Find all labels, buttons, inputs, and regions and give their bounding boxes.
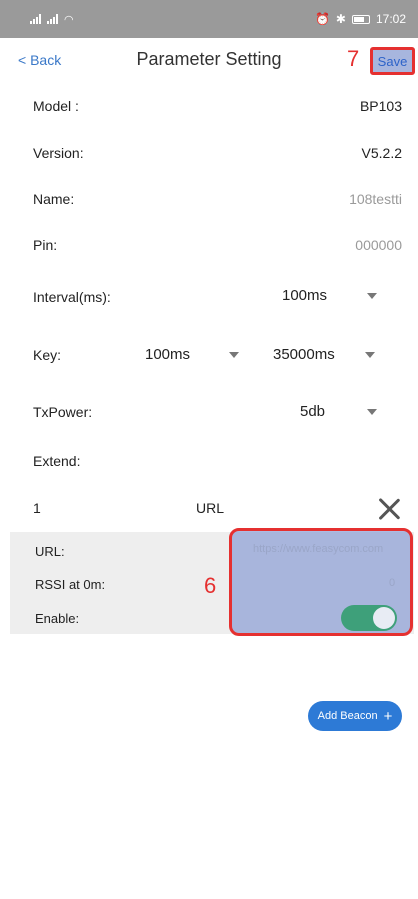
- alarm-icon: ⏰: [314, 12, 330, 26]
- beacon-index: 1: [33, 500, 41, 516]
- pin-row[interactable]: Pin: 000000: [0, 222, 418, 268]
- key-label: Key:: [33, 347, 62, 363]
- version-value: V5.2.2: [361, 145, 402, 161]
- extend-label: Extend:: [33, 453, 81, 469]
- chevron-down-icon: [229, 351, 240, 358]
- toggle-knob: [373, 607, 395, 629]
- annotation-marker-7: 7: [347, 46, 360, 71]
- version-row: Version: V5.2.2: [0, 130, 418, 176]
- signal-icon-2: [47, 14, 58, 24]
- version-label: Version:: [33, 145, 84, 161]
- model-value: BP103: [359, 98, 402, 114]
- status-bar: ◠ ⏰ ✱ 17:02: [0, 0, 418, 38]
- name-label: Name:: [33, 191, 75, 207]
- interval-dropdown[interactable]: 100ms: [282, 287, 382, 304]
- url-input[interactable]: https://www.feasycom.com: [253, 543, 383, 555]
- key-max-dropdown[interactable]: 35000ms: [273, 346, 383, 363]
- pin-input[interactable]: 000000: [355, 237, 402, 253]
- key-max-value: 35000ms: [273, 346, 335, 363]
- network-indicators: ◠: [30, 13, 75, 26]
- enable-toggle[interactable]: [341, 605, 397, 631]
- interval-label: Interval(ms):: [33, 289, 111, 305]
- bluetooth-icon: ✱: [335, 12, 346, 26]
- enable-label: Enable:: [35, 611, 80, 626]
- model-label: Model :: [33, 98, 79, 114]
- chevron-down-icon: [364, 351, 375, 358]
- txpower-label: TxPower:: [33, 404, 93, 420]
- battery-icon: [351, 14, 370, 24]
- plus-icon: +: [383, 707, 393, 725]
- status-time: 17:02: [375, 12, 406, 26]
- close-icon[interactable]: [377, 497, 401, 521]
- txpower-dropdown[interactable]: 5db: [300, 403, 380, 420]
- key-min-value: 100ms: [145, 346, 191, 363]
- pin-label: Pin:: [33, 237, 58, 253]
- add-beacon-label: Add Beacon: [317, 710, 378, 722]
- rssi-label: RSSI at 0m:: [35, 577, 106, 592]
- save-button[interactable]: Save: [370, 47, 415, 75]
- chevron-down-icon: [367, 408, 378, 415]
- annotation-marker-6: 6: [204, 573, 217, 598]
- signal-icon: [30, 14, 41, 24]
- name-input[interactable]: 108testti: [349, 191, 402, 207]
- beacon-type: URL: [196, 500, 225, 516]
- wifi-icon: ◠: [64, 13, 75, 26]
- chevron-down-icon: [367, 292, 378, 299]
- interval-value: 100ms: [282, 287, 328, 304]
- extend-row: Extend:: [0, 438, 418, 484]
- name-row[interactable]: Name: 108testti: [0, 176, 418, 222]
- add-beacon-button[interactable]: Add Beacon +: [308, 701, 402, 731]
- rssi-input[interactable]: 0: [389, 577, 395, 589]
- status-right: ⏰ ✱ 17:02: [315, 12, 406, 26]
- url-label: URL:: [35, 544, 65, 559]
- model-row: Model : BP103: [0, 83, 418, 129]
- key-min-dropdown[interactable]: 100ms: [145, 346, 245, 363]
- txpower-value: 5db: [300, 403, 326, 420]
